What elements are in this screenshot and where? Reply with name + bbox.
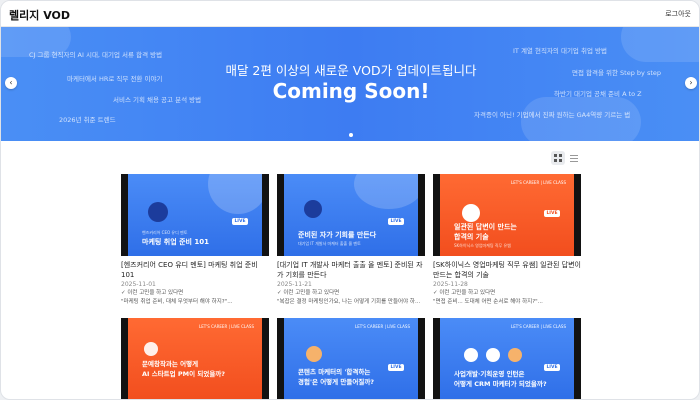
thumbnail-art: LET'S CAREER | LIVE CLASS LIVE 사업개발·기획운영… xyxy=(440,318,574,399)
chevron-left-icon[interactable]: ‹ xyxy=(5,77,17,89)
card-date: 2025-11-21 xyxy=(277,281,312,288)
thumbnail-art: LIVE 준비된 자가 기회를 만든다 대기업 IT 개발사 마케터 출출 올 … xyxy=(284,174,418,256)
banner-title: Coming Soon! xyxy=(272,79,430,103)
card-date: 2025-11-28 xyxy=(433,281,468,288)
card-meta-line: ✓ 이런 고민을 하고 있다면 xyxy=(277,290,340,296)
chevron-right-icon[interactable]: › xyxy=(685,77,697,89)
thumbnail-title: 콘텐츠 마케터의 '합격하는 xyxy=(298,368,371,376)
live-badge: LIVE xyxy=(388,218,404,225)
brand-tag: LET'S CAREER | LIVE CLASS xyxy=(510,180,566,185)
thumbnail-title: 사업개발·기획운영 인턴은 xyxy=(454,370,525,378)
mentor-avatar xyxy=(144,342,158,356)
card-date: 2025-11-01 xyxy=(121,281,156,288)
live-badge: LIVE xyxy=(232,218,248,225)
thumbnail-art: LIVE 헨즈커리어 CEO 유디 멘토 마케팅 취업 준비 101 xyxy=(128,174,262,256)
thumbnail-art: LET'S CAREER | LIVE CLASS 문예창작과는 어떻게 AI … xyxy=(128,318,262,399)
mentor-avatar xyxy=(148,202,168,222)
video-thumbnail[interactable]: LIVE 헨즈커리어 CEO 유디 멘토 마케팅 취업 준비 101 xyxy=(121,174,269,256)
card-title[interactable]: [대기업 IT 개발사 마케터 출출 올 멘토] 준비된 자가 기회를 만든다 xyxy=(277,260,425,280)
thumbnail-subtitle: SK하이닉스 영업마케팅 직무 유쌤 xyxy=(454,243,511,248)
company-logo xyxy=(486,348,500,362)
vod-card[interactable]: LIVE 헨즈커리어 CEO 유디 멘토 마케팅 취업 준비 101 [헨즈커리… xyxy=(121,174,269,306)
app-window: 렐리지 VOD 로그아웃 CJ 그룹 현직자의 AI 시대, 대기업 서류 합격… xyxy=(0,0,700,400)
thumbnail-title-line2: 합격의 기술 xyxy=(454,233,489,241)
card-meta-line: "복잡은 결정 마케팅인가요, 나는 어떻게 기회를 만들어야 하... xyxy=(277,299,421,305)
thumbnail-subtitle: 대기업 IT 개발사 마케터 출출 올 멘토 xyxy=(298,241,361,246)
card-title[interactable]: [SK하이닉스 영업마케팅 직무 유쌤] 일관된 답변이 만드는 합격의 기술 xyxy=(433,260,581,280)
vod-card[interactable]: LET'S CAREER | LIVE CLASS 문예창작과는 어떻게 AI … xyxy=(121,318,269,399)
banner-decoration xyxy=(621,27,699,62)
brand-tag: LET'S CAREER | LIVE CLASS xyxy=(198,324,254,329)
card-meta-line: ✓ 이런 고민을 하고 있다면 xyxy=(121,290,184,296)
vod-card[interactable]: LIVE 준비된 자가 기회를 만든다 대기업 IT 개발사 마케터 출출 올 … xyxy=(277,174,425,306)
thumbnail-art: LET'S CAREER | LIVE CLASS LIVE 콘텐츠 마케터의 … xyxy=(284,318,418,399)
floating-topic: 자격증이 아닌! 기업에서 진짜 원하는 GA4역량 기르는 법 xyxy=(474,111,631,119)
card-title[interactable]: [헨즈커리어 CEO 유디 멘토] 마케팅 취업 준비 101 xyxy=(121,260,269,280)
top-header: 렐리지 VOD 로그아웃 xyxy=(1,1,699,27)
vod-card[interactable]: LET'S CAREER | LIVE CLASS LIVE 콘텐츠 마케터의 … xyxy=(277,318,425,399)
company-logo xyxy=(464,348,478,362)
brand-tag: LET'S CAREER | LIVE CLASS xyxy=(354,324,410,329)
floating-topic: 2026년 취준 트렌드 xyxy=(59,116,116,124)
video-thumbnail[interactable]: LIVE 준비된 자가 기회를 만든다 대기업 IT 개발사 마케터 출출 올 … xyxy=(277,174,425,256)
brand-tag: LET'S CAREER | LIVE CLASS xyxy=(510,324,566,329)
thumbnail-title: 준비된 자가 기회를 만든다 xyxy=(298,231,377,239)
card-meta-line: "면접 준비... 도대체 어떤 순서로 해야 하지?"... xyxy=(433,299,543,305)
thumbnail-title: 문예창작과는 어떻게 xyxy=(142,360,199,368)
logout-link[interactable]: 로그아웃 xyxy=(665,9,691,19)
live-badge: LIVE xyxy=(544,210,560,217)
thumbnail-title-line2: AI 스타트업 PM이 되었을까? xyxy=(142,370,226,378)
vod-card[interactable]: LET'S CAREER | LIVE CLASS LIVE 일관된 답변이 만… xyxy=(433,174,581,306)
card-meta-line: ✓ 이런 고민을 하고 있다면 xyxy=(433,290,496,296)
company-logo xyxy=(462,204,480,222)
hero-banner: CJ 그룹 현직자의 AI 시대, 대기업 서류 합격 방법 마케터에서 HR로… xyxy=(1,27,699,141)
thumbnail-title-line2: 경험'은 어떻게 만들어질까? xyxy=(298,378,375,386)
video-thumbnail[interactable]: LET'S CAREER | LIVE CLASS LIVE 사업개발·기획운영… xyxy=(433,318,581,399)
mentor-avatar xyxy=(508,348,522,362)
mentor-avatar xyxy=(304,200,322,218)
site-logo[interactable]: 렐리지 VOD xyxy=(9,7,70,23)
thumbnail-title: 마케팅 취업 준비 101 xyxy=(142,238,210,246)
floating-topic: IT 계열 현직자의 대기업 취업 방법 xyxy=(513,47,607,55)
banner-decoration xyxy=(521,97,641,141)
video-thumbnail[interactable]: LET'S CAREER | LIVE CLASS LIVE 콘텐츠 마케터의 … xyxy=(277,318,425,399)
thumbnail-subtitle: 헨즈커리어 CEO 유디 멘토 xyxy=(142,230,188,235)
banner-subtitle: 매달 2편 이상의 새로운 VOD가 업데이트됩니다 xyxy=(225,63,477,78)
thumbnail-title: 일관된 답변이 만드는 xyxy=(454,223,517,231)
live-badge: LIVE xyxy=(544,364,560,371)
floating-topic: CJ 그룹 현직자의 AI 시대, 대기업 서류 합격 방법 xyxy=(29,51,163,59)
mentor-avatar xyxy=(306,346,322,362)
video-thumbnail[interactable]: LET'S CAREER | LIVE CLASS 문예창작과는 어떻게 AI … xyxy=(121,318,269,399)
thumbnail-art: LET'S CAREER | LIVE CLASS LIVE 일관된 답변이 만… xyxy=(440,174,574,256)
list-view-icon[interactable] xyxy=(567,151,581,165)
vod-card[interactable]: LET'S CAREER | LIVE CLASS LIVE 사업개발·기획운영… xyxy=(433,318,581,399)
carousel-indicator[interactable] xyxy=(349,133,353,137)
video-thumbnail[interactable]: LET'S CAREER | LIVE CLASS LIVE 일관된 답변이 만… xyxy=(433,174,581,256)
grid-view-icon[interactable] xyxy=(551,151,565,165)
live-badge: LIVE xyxy=(388,364,404,371)
card-meta-line: "마케팅 취업 준비, 대체 무엇부터 해야 하지?"... xyxy=(121,299,233,305)
thumbnail-title-line2: 어떻게 CRM 마케터가 되었을까? xyxy=(454,380,547,388)
